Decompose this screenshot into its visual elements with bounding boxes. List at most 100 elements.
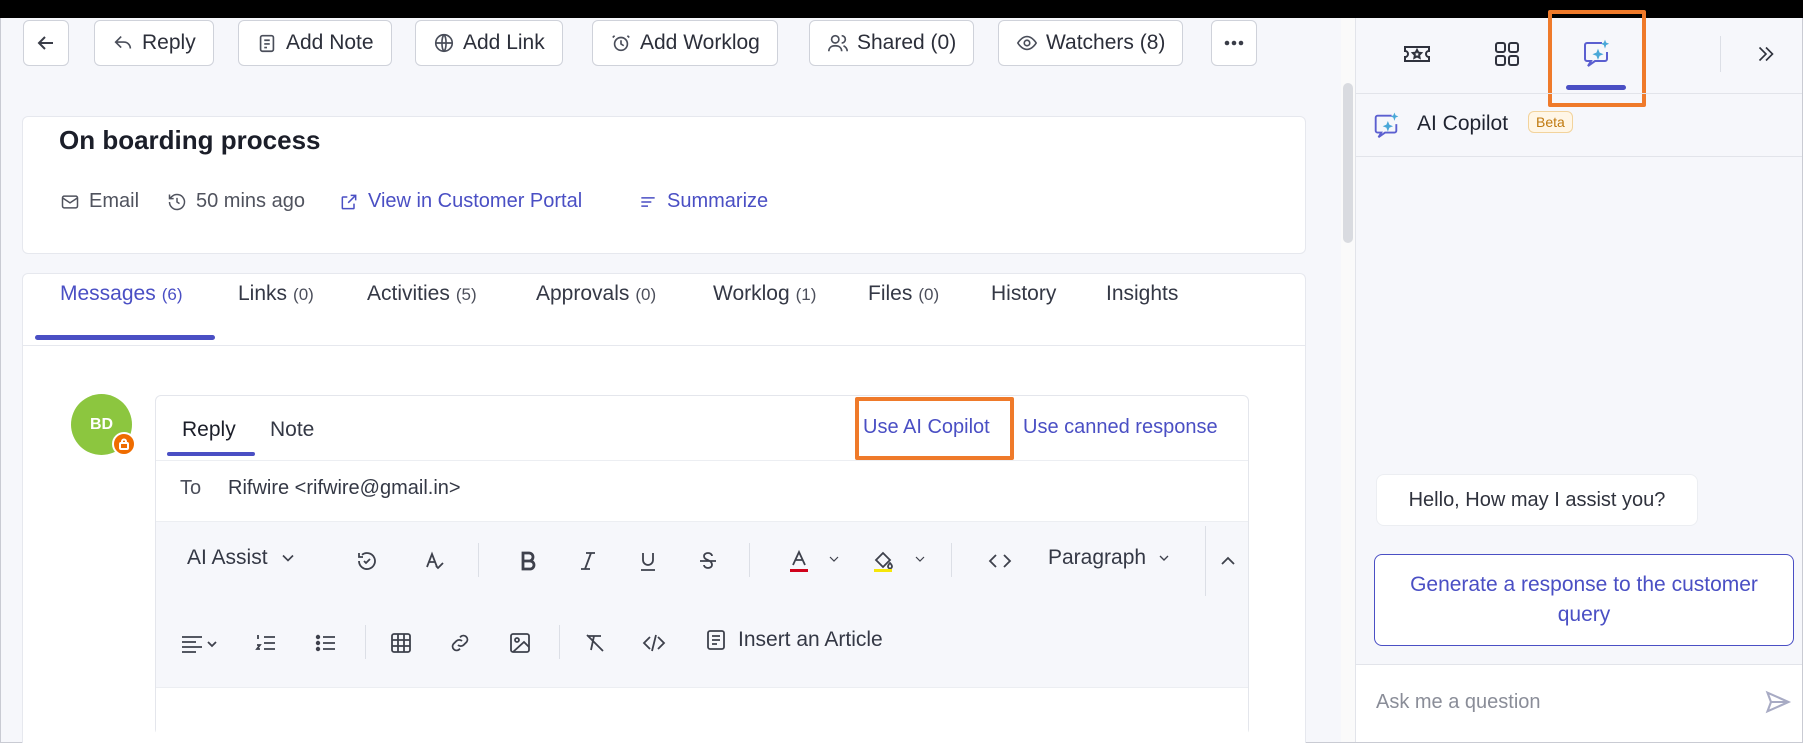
ticket-time-label: 50 mins ago: [196, 190, 305, 212]
ticket-icon: [1404, 46, 1430, 62]
composer-tab-note[interactable]: Note: [270, 418, 314, 442]
active-tab-indicator: [35, 335, 215, 340]
tab-links-count: (0): [293, 285, 314, 304]
text-align-dropdown[interactable]: [180, 630, 220, 656]
italic-icon: [581, 552, 595, 570]
reply-button[interactable]: Reply: [94, 20, 214, 66]
ai-assist-label: AI Assist: [187, 546, 268, 569]
paragraph-style-label: Paragraph: [1048, 546, 1147, 569]
spell-check-button[interactable]: [422, 548, 448, 574]
underline-button[interactable]: [635, 548, 661, 574]
tab-history[interactable]: History: [991, 282, 1056, 306]
tab-files-label: Files: [868, 282, 913, 305]
message-editor[interactable]: [156, 687, 1248, 743]
text-color-dropdown[interactable]: [826, 551, 842, 567]
ai-assist-dropdown[interactable]: AI Assist: [187, 546, 298, 570]
code-icon: [988, 554, 1012, 568]
highlight-color-button[interactable]: [868, 546, 898, 576]
bold-button[interactable]: [515, 548, 541, 574]
tab-activities-label: Activities: [367, 282, 450, 305]
more-actions-button[interactable]: [1211, 20, 1257, 66]
scrollbar-thumb[interactable]: [1343, 83, 1353, 243]
beta-badge: Beta: [1528, 111, 1573, 133]
view-in-portal-link[interactable]: View in Customer Portal: [339, 190, 582, 213]
insert-article-button[interactable]: Insert an Article: [704, 628, 883, 652]
rephrase-button[interactable]: [354, 548, 380, 574]
insert-link-button[interactable]: [446, 630, 474, 656]
tab-messages[interactable]: Messages (6): [60, 282, 183, 306]
external-link-icon: [341, 194, 357, 209]
code-slash-icon: [642, 634, 666, 652]
view-in-portal-label: View in Customer Portal: [368, 190, 583, 212]
eye-icon: [1016, 35, 1038, 51]
suggestion-generate-response-button[interactable]: Generate a response to the customer quer…: [1374, 554, 1794, 646]
lock-icon: [119, 438, 129, 450]
tab-insights[interactable]: Insights: [1106, 282, 1178, 306]
spell-check-icon: [426, 551, 444, 570]
ask-question-input[interactable]: [1376, 685, 1746, 719]
send-button[interactable]: [1764, 688, 1794, 718]
avatar-badge: [112, 432, 136, 456]
history-icon: [168, 193, 186, 210]
paragraph-style-dropdown[interactable]: Paragraph: [1048, 546, 1172, 570]
tab-files[interactable]: Files (0): [868, 282, 939, 306]
use-canned-response-link[interactable]: Use canned response: [1023, 416, 1218, 439]
composer-tab-reply[interactable]: Reply: [182, 418, 236, 442]
shared-button-label: Shared (0): [857, 31, 957, 54]
add-worklog-button[interactable]: Add Worklog: [592, 20, 778, 66]
users-icon: [828, 34, 848, 52]
ticket-properties-tab[interactable]: [1397, 35, 1437, 73]
recipient-field[interactable]: Rifwire <rifwire@gmail.in>: [228, 477, 461, 500]
strikethrough-icon: [700, 552, 716, 569]
alarm-clock-icon: [612, 35, 630, 52]
insert-table-button[interactable]: [387, 630, 415, 656]
strikethrough-button[interactable]: [695, 548, 721, 574]
side-divider: [1356, 93, 1802, 94]
note-icon: [259, 34, 275, 53]
clear-formatting-button[interactable]: [581, 630, 609, 656]
collapse-panel-button[interactable]: [1746, 35, 1786, 73]
summarize-link[interactable]: Summarize: [638, 190, 768, 213]
watchers-button[interactable]: Watchers (8): [998, 20, 1184, 66]
toolbar-separator: [365, 625, 366, 659]
main-scrollbar[interactable]: [1341, 18, 1355, 742]
italic-button[interactable]: [575, 548, 601, 574]
back-button[interactable]: [23, 20, 69, 66]
toolbar-separator: [478, 543, 479, 577]
mail-icon: [61, 194, 79, 209]
highlight-color-dropdown[interactable]: [912, 551, 928, 567]
more-horizontal-icon: [1224, 40, 1244, 46]
numbered-list-button[interactable]: [252, 630, 280, 656]
tabs-divider: [22, 345, 1306, 346]
apps-tab[interactable]: [1487, 35, 1527, 73]
globe-icon: [434, 33, 454, 53]
add-link-button-label: Add Link: [463, 31, 545, 54]
shared-button[interactable]: Shared (0): [809, 20, 975, 66]
grid-icon: [1495, 42, 1519, 66]
tab-activities[interactable]: Activities (5): [367, 282, 477, 306]
insert-image-button[interactable]: [506, 630, 534, 656]
summarize-label: Summarize: [667, 190, 769, 212]
text-color-icon: [790, 549, 808, 572]
tab-worklog[interactable]: Worklog (1): [713, 282, 816, 306]
bullet-list-button[interactable]: [312, 630, 340, 656]
code-inline-button[interactable]: [986, 548, 1014, 574]
chevron-down-icon: [915, 556, 925, 562]
toolbar-separator: [1205, 526, 1206, 596]
tab-links-label: Links: [238, 282, 288, 305]
side-divider: [1356, 156, 1802, 157]
code-block-button[interactable]: [640, 630, 668, 656]
tab-links[interactable]: Links (0): [238, 282, 314, 306]
tab-approvals[interactable]: Approvals (0): [536, 282, 656, 306]
add-note-button[interactable]: Add Note: [238, 20, 392, 66]
collapse-toolbar-button[interactable]: [1215, 548, 1241, 574]
to-label: To: [180, 477, 202, 499]
tab-messages-label: Messages: [60, 282, 156, 305]
toolbar-separator: [749, 543, 750, 577]
add-link-button[interactable]: Add Link: [415, 20, 563, 66]
tab-files-count: (0): [918, 285, 940, 304]
window-top-bar: [0, 0, 1803, 18]
tab-approvals-count: (0): [635, 285, 657, 304]
article-icon: [707, 630, 725, 650]
text-color-button[interactable]: [784, 546, 814, 576]
